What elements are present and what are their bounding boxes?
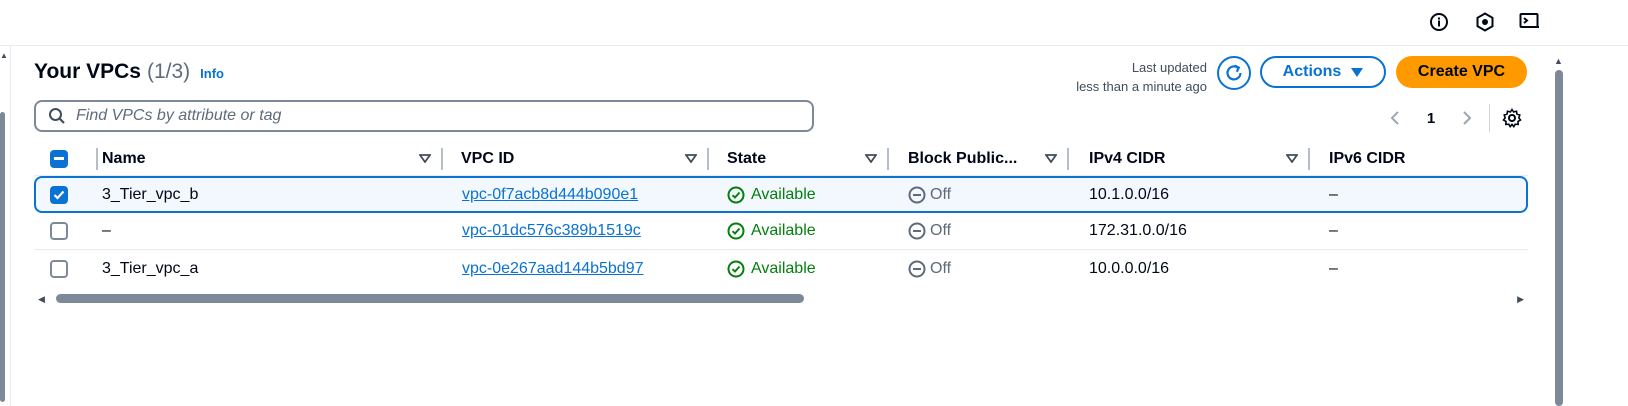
- search-icon: [49, 108, 65, 124]
- horizontal-scrollbar[interactable]: ◀ ▶: [34, 292, 1528, 306]
- checkmark-icon: [53, 190, 65, 200]
- sort-caret-icon[interactable]: [685, 154, 697, 163]
- cell-state: Available: [727, 213, 816, 249]
- gear-icon[interactable]: [1500, 106, 1524, 130]
- next-page-icon[interactable]: [1455, 106, 1479, 130]
- state-label: Available: [751, 185, 816, 203]
- column-header-label: IPv4 CIDR: [1089, 150, 1166, 167]
- minus-circle-icon: [908, 222, 926, 240]
- cell-ipv6-cidr: –: [1329, 259, 1338, 277]
- last-updated-label: Last updated: [1131, 60, 1207, 75]
- block-public-label: Off: [930, 185, 952, 203]
- column-header-state[interactable]: State: [709, 142, 889, 176]
- row-checkbox[interactable]: [50, 222, 68, 240]
- select-all-checkbox[interactable]: [50, 150, 68, 168]
- previous-page-icon[interactable]: [1383, 106, 1407, 130]
- last-updated: Last updated less than a minute ago: [1031, 58, 1207, 96]
- column-header-block-public[interactable]: Block Public...: [889, 142, 1069, 176]
- cell-ipv6-cidr: –: [1329, 222, 1338, 239]
- cloudshell-icon[interactable]: [1518, 10, 1542, 34]
- column-header-ipv4-cidr[interactable]: IPv4 CIDR: [1069, 142, 1310, 176]
- right-scroll-thumb[interactable]: [1555, 70, 1563, 406]
- info-link[interactable]: Info: [200, 66, 224, 81]
- table-row[interactable]: – vpc-01dc576c389b1519c Available Off 17…: [34, 213, 1528, 250]
- actions-label: Actions: [1282, 63, 1342, 80]
- block-public-label: Off: [930, 222, 952, 239]
- cell-name: 3_Tier_vpc_b: [102, 185, 199, 203]
- search-input[interactable]: [76, 107, 776, 125]
- cell-ipv4-cidr: 10.0.0.0/16: [1089, 259, 1170, 277]
- cell-vpc-id-link[interactable]: vpc-0e267aad144b5bd97: [462, 250, 644, 287]
- cell-state: Available: [727, 178, 816, 211]
- page-title: Your VPCs: [34, 60, 141, 83]
- sort-caret-icon[interactable]: [865, 154, 877, 163]
- top-toolbar: [0, 0, 1628, 46]
- scroll-up-arrow-icon[interactable]: ▲: [1554, 56, 1563, 66]
- left-scrollbar[interactable]: ▲: [0, 46, 10, 406]
- block-public-label: Off: [930, 259, 952, 277]
- column-header-label: Block Public...: [908, 150, 1018, 167]
- cell-name: –: [102, 222, 111, 239]
- refresh-button[interactable]: [1217, 56, 1251, 90]
- table-header: Name VPC ID State Block Public... IPv4 C: [34, 142, 1528, 176]
- refresh-icon: [1226, 64, 1242, 81]
- cell-block-public: Off: [908, 250, 951, 287]
- cell-block-public: Off: [908, 178, 951, 211]
- scroll-up-arrow-icon[interactable]: ▲: [0, 52, 8, 60]
- cell-vpc-id-link[interactable]: vpc-01dc576c389b1519c: [462, 213, 641, 249]
- create-vpc-button[interactable]: Create VPC: [1396, 56, 1527, 88]
- state-label: Available: [751, 222, 816, 239]
- column-header-label: VPC ID: [461, 150, 515, 167]
- caret-down-icon: [1351, 67, 1364, 77]
- column-header-label: State: [727, 150, 767, 167]
- cell-ipv6-cidr: –: [1329, 185, 1338, 203]
- cell-ipv4-cidr: 10.1.0.0/16: [1089, 185, 1170, 203]
- selection-count: (1/3): [146, 60, 191, 83]
- row-checkbox-cell: [50, 250, 68, 287]
- cell-state: Available: [727, 250, 816, 287]
- pagination: 1: [1383, 104, 1524, 132]
- sort-caret-icon[interactable]: [1286, 154, 1298, 163]
- check-circle-icon: [727, 222, 745, 240]
- table-row[interactable]: 3_Tier_vpc_b vpc-0f7acb8d444b090e1 Avail…: [34, 176, 1528, 213]
- row-checkbox[interactable]: [50, 185, 68, 204]
- check-circle-icon: [727, 260, 745, 277]
- vpc-table: Name VPC ID State Block Public... IPv4 C: [34, 142, 1528, 287]
- select-all-cell: [50, 142, 100, 176]
- column-header-ipv6-cidr[interactable]: IPv6 CIDR: [1310, 142, 1528, 176]
- actions-button[interactable]: Actions: [1260, 56, 1386, 88]
- column-divider[interactable]: [96, 148, 98, 170]
- column-header-name[interactable]: Name: [100, 142, 443, 176]
- row-checkbox-cell: [50, 213, 68, 249]
- column-header-vpc-id[interactable]: VPC ID: [443, 142, 709, 176]
- pager-divider: [1489, 104, 1490, 132]
- search-box[interactable]: [34, 100, 814, 132]
- minus-circle-icon: [908, 186, 926, 203]
- horizontal-scroll-thumb[interactable]: [56, 294, 804, 303]
- state-label: Available: [751, 259, 816, 277]
- current-page[interactable]: 1: [1419, 110, 1443, 127]
- settings-hex-icon[interactable]: [1473, 10, 1497, 34]
- check-circle-icon: [727, 186, 745, 203]
- scroll-right-arrow-icon[interactable]: ▶: [1517, 294, 1524, 305]
- sort-caret-icon[interactable]: [419, 154, 431, 163]
- table-row[interactable]: 3_Tier_vpc_a vpc-0e267aad144b5bd97 Avail…: [34, 250, 1528, 287]
- panel-header: Your VPCs (1/3) Info: [34, 60, 224, 84]
- row-checkbox-cell: [50, 178, 68, 211]
- column-header-label: Name: [102, 150, 146, 167]
- sort-caret-icon[interactable]: [1045, 154, 1057, 163]
- row-checkbox[interactable]: [50, 259, 68, 278]
- cell-ipv4-cidr: 172.31.0.0/16: [1089, 222, 1187, 239]
- right-scrollbar[interactable]: ▲: [1552, 46, 1566, 406]
- column-header-label: IPv6 CIDR: [1329, 150, 1406, 167]
- left-scroll-thumb[interactable]: [0, 112, 5, 402]
- cell-vpc-id-link[interactable]: vpc-0f7acb8d444b090e1: [462, 178, 638, 211]
- vpc-panel: Your VPCs (1/3) Info Last updated less t…: [10, 46, 1552, 406]
- minus-circle-icon: [908, 260, 926, 277]
- cell-name: 3_Tier_vpc_a: [102, 259, 199, 277]
- info-icon[interactable]: [1427, 10, 1451, 34]
- last-updated-value: less than a minute ago: [1076, 79, 1207, 94]
- scroll-left-arrow-icon[interactable]: ◀: [38, 294, 45, 305]
- cell-block-public: Off: [908, 213, 951, 249]
